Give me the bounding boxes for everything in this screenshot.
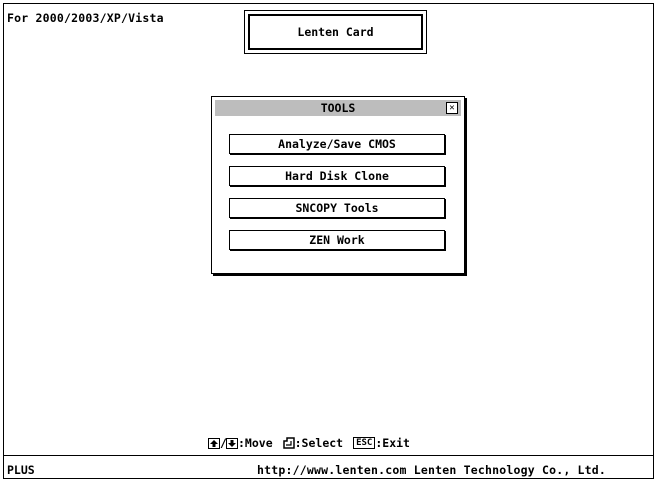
sncopy-tools-button[interactable]: SNCOPY Tools bbox=[229, 198, 445, 218]
enter-key-icon bbox=[282, 437, 295, 449]
company-info: http://www.lenten.com Lenten Technology … bbox=[257, 463, 607, 477]
status-separator bbox=[3, 455, 654, 456]
analyze-save-cmos-button[interactable]: Analyze/Save CMOS bbox=[229, 134, 445, 154]
arrow-down-icon bbox=[226, 437, 238, 449]
product-title: Lenten Card bbox=[248, 14, 423, 50]
close-icon[interactable]: ✕ bbox=[446, 102, 458, 114]
arrow-up-icon bbox=[208, 437, 220, 449]
dialog-titlebar: TOOLS ✕ bbox=[215, 100, 461, 116]
exit-hint: :Exit bbox=[375, 436, 410, 450]
esc-key-icon: ESC bbox=[353, 437, 376, 449]
keyboard-hints: / :Move :Select ESC :Exit bbox=[208, 436, 410, 450]
select-hint: :Select bbox=[294, 436, 344, 450]
edition-label: PLUS bbox=[7, 463, 35, 477]
supported-os-label: For 2000/2003/XP/Vista bbox=[7, 11, 164, 25]
zen-work-button[interactable]: ZEN Work bbox=[229, 230, 445, 250]
hard-disk-clone-button[interactable]: Hard Disk Clone bbox=[229, 166, 445, 186]
dialog-title: TOOLS bbox=[320, 101, 356, 115]
move-hint: :Move bbox=[238, 436, 273, 450]
tools-dialog: TOOLS ✕ Analyze/Save CMOS Hard Disk Clon… bbox=[211, 96, 465, 274]
product-title-box: Lenten Card bbox=[244, 10, 427, 54]
